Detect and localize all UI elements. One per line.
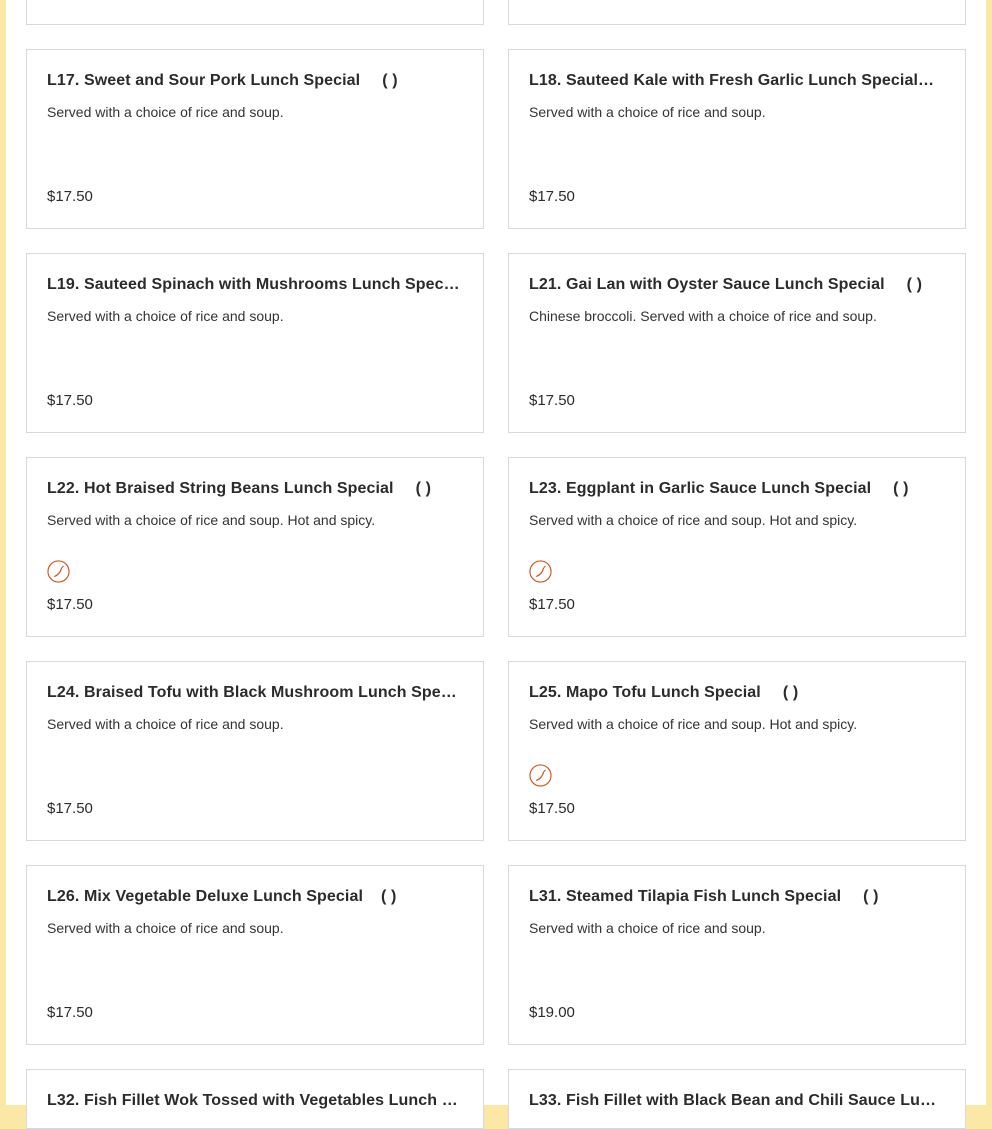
menu-item-title: L19. Sauteed Spinach with Mushrooms Lunc… [47, 276, 463, 293]
menu-item-price: $17.50 [529, 800, 575, 817]
menu-item-price: $17.50 [529, 188, 575, 205]
menu-item-title: L22. Hot Braised String Beans Lunch Spec… [47, 480, 432, 497]
menu-item-price: $17.50 [47, 800, 93, 817]
menu-item-card-partial[interactable] [26, 0, 484, 25]
menu-item-card[interactable]: L31. Steamed Tilapia Fish Lunch Special(… [508, 865, 966, 1045]
menu-item-description: Served with a choice of rice and soup. H… [529, 512, 858, 528]
menu-item-title: L26. Mix Vegetable Deluxe Lunch Special(… [47, 888, 397, 905]
menu-item-title: L25. Mapo Tofu Lunch Special( ) [529, 684, 799, 701]
menu-item-description: Chinese broccoli. Served with a choice o… [529, 308, 877, 324]
menu-item-description: Served with a choice of rice and soup. [47, 308, 284, 324]
menu-item-title: L32. Fish Fillet Wok Tossed with Vegetab… [47, 1092, 463, 1109]
menu-item-card[interactable]: L21. Gai Lan with Oyster Sauce Lunch Spe… [508, 253, 966, 433]
chili-pepper-icon [529, 764, 552, 787]
menu-item-title: L23. Eggplant in Garlic Sauce Lunch Spec… [529, 480, 909, 497]
menu-item-title: L33. Fish Fillet with Black Bean and Chi… [529, 1092, 945, 1109]
menu-item-title: L21. Gai Lan with Oyster Sauce Lunch Spe… [529, 276, 923, 293]
menu-item-card-partial[interactable] [508, 0, 966, 25]
menu-item-price: $17.50 [529, 596, 575, 613]
menu-item-description: Served with a choice of rice and soup. H… [529, 716, 858, 732]
menu-item-card[interactable]: L33. Fish Fillet with Black Bean and Chi… [508, 1069, 966, 1129]
menu-item-card[interactable]: L17. Sweet and Sour Pork Lunch Special( … [26, 49, 484, 229]
menu-item-card[interactable]: L24. Braised Tofu with Black Mushroom Lu… [26, 661, 484, 841]
menu-item-price: $17.50 [47, 188, 93, 205]
menu-item-card[interactable]: L22. Hot Braised String Beans Lunch Spec… [26, 457, 484, 637]
menu-item-title: L17. Sweet and Sour Pork Lunch Special( … [47, 72, 398, 89]
menu-item-card[interactable]: L18. Sauteed Kale with Fresh Garlic Lunc… [508, 49, 966, 229]
menu-item-description: Served with a choice of rice and soup. [47, 920, 284, 936]
chili-pepper-icon [47, 560, 70, 583]
menu-item-title: L18. Sauteed Kale with Fresh Garlic Lunc… [529, 72, 945, 89]
menu-item-card[interactable]: L25. Mapo Tofu Lunch Special( ) Served w… [508, 661, 966, 841]
menu-item-description: Served with a choice of rice and soup. H… [47, 512, 376, 528]
menu-item-price: $17.50 [529, 392, 575, 409]
menu-item-card[interactable]: L19. Sauteed Spinach with Mushrooms Lunc… [26, 253, 484, 433]
menu-item-description: Served with a choice of rice and soup. [47, 104, 284, 120]
menu-item-card[interactable]: L23. Eggplant in Garlic Sauce Lunch Spec… [508, 457, 966, 637]
menu-item-price: $19.00 [529, 1004, 575, 1021]
menu-item-price: $17.50 [47, 596, 93, 613]
chili-pepper-icon [529, 560, 552, 583]
menu-item-description: Served with a choice of rice and soup. [529, 920, 766, 936]
menu-item-card[interactable]: L26. Mix Vegetable Deluxe Lunch Special(… [26, 865, 484, 1045]
menu-page: L17. Sweet and Sour Pork Lunch Special( … [6, 0, 986, 1129]
menu-item-card[interactable]: L32. Fish Fillet Wok Tossed with Vegetab… [26, 1069, 484, 1129]
menu-item-title: L31. Steamed Tilapia Fish Lunch Special(… [529, 888, 879, 905]
menu-item-description: Served with a choice of rice and soup. [47, 716, 284, 732]
menu-item-description: Served with a choice of rice and soup. [529, 104, 766, 120]
menu-item-title: L24. Braised Tofu with Black Mushroom Lu… [47, 684, 463, 701]
menu-item-price: $17.50 [47, 1004, 93, 1021]
menu-item-price: $17.50 [47, 392, 93, 409]
